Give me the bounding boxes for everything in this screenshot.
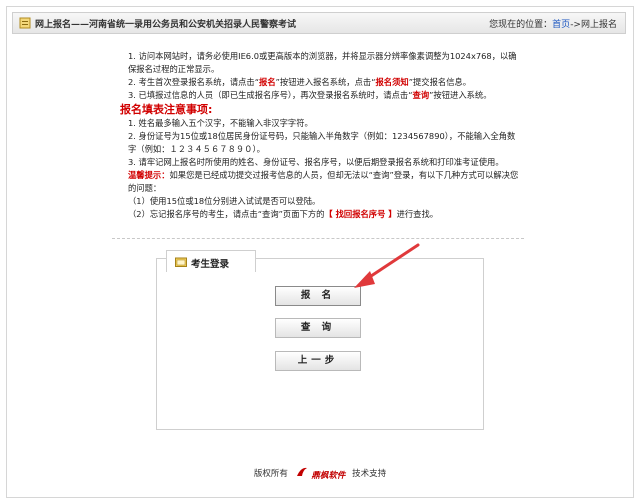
title-bar: 网上报名——河南省统一录用公务员和公安机关招录人民警察考试 您现在的位置：首页-… (12, 12, 626, 34)
breadcrumb: 您现在的位置：首页->网上报名 (489, 17, 617, 30)
breadcrumb-current: 网上报名 (580, 20, 617, 30)
brand-name: 鼎枫软件 (311, 471, 346, 481)
tip-paragraph: 温馨提示：如果您是已经成功提交过报考信息的人员，但却无法以“查询”登录，有以下几… (128, 170, 519, 193)
login-panel-tab: 考生登录 (166, 250, 256, 272)
footer: 版权所有 鼎枫软件 技术支持 (0, 466, 640, 481)
pointer-arrow (354, 243, 420, 288)
brand-logo: 鼎枫软件 (295, 466, 346, 481)
folder-icon (175, 257, 187, 267)
divider (112, 238, 524, 239)
instruction-1: 1. 访问本网站时，请务必使用IE6.0或更高版本的浏览器，并将显示器分辨率像素… (128, 51, 517, 74)
breadcrumb-separator: -> (570, 20, 581, 30)
brand-logo-icon (296, 467, 307, 476)
instruction-3: 3. 已填报过信息的人员（即已生成报名序号），再次登录报名系统时，请点击“查询”… (128, 90, 492, 100)
instructions: 1. 访问本网站时，请务必使用IE6.0或更高版本的浏览器，并将显示器分辨率像素… (120, 50, 520, 221)
notice-item-1: 1. 姓名最多输入五个汉字，不能输入非汉字字符。 (128, 118, 313, 128)
page-title: 网上报名——河南省统一录用公务员和公安机关招录人民警察考试 (35, 20, 297, 30)
notice-item-2: 2. 身份证号为15位或18位居民身份证号码，只能输入半角数字（例如：12345… (128, 131, 516, 154)
back-button[interactable]: 上一步 (275, 351, 361, 371)
footer-support: 技术支持 (352, 469, 387, 479)
page-icon (19, 17, 31, 29)
recover-seq-link[interactable]: 【 找回报名序号 】 (324, 209, 396, 219)
login-panel (156, 258, 484, 430)
login-panel-title: 考生登录 (191, 259, 230, 270)
footer-copyright: 版权所有 (253, 469, 288, 479)
tip-label: 温馨提示： (128, 170, 170, 180)
notice-item-3: 3. 请牢记网上报名时所使用的姓名、身份证号、报名序号，以便后期登录报名系统和打… (128, 157, 504, 167)
query-button[interactable]: 查 询 (275, 318, 361, 338)
tip-item-1: （1）使用15位或18位分别进入试试是否可以登陆。 (128, 196, 321, 206)
notice-heading: 报名填表注意事项: (120, 103, 213, 116)
tip-item-2: （2）忘记报名序号的考生，请点击“查询”页面下方的【 找回报名序号 】进行查找。 (128, 209, 439, 219)
instruction-2: 2. 考生首次登录报名系统，请点击“报名”按钮进入报名系统，点击“报名须知”提交… (128, 77, 472, 87)
breadcrumb-prefix: 您现在的位置： (489, 20, 553, 30)
breadcrumb-home-link[interactable]: 首页 (552, 20, 570, 30)
